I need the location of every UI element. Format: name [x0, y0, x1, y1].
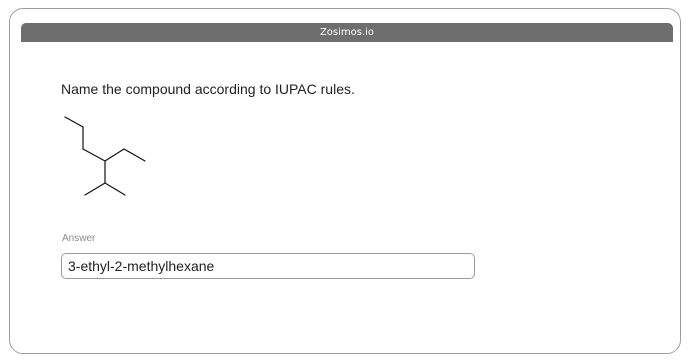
question-panel: Name the compound according to IUPAC rul…: [21, 42, 673, 342]
answer-input[interactable]: [61, 253, 475, 279]
answer-label: Answer: [62, 233, 96, 244]
bond: [104, 182, 126, 196]
bond: [104, 148, 125, 162]
bond: [84, 182, 106, 196]
window-title: Zosimos.io: [319, 27, 375, 38]
window-title-bar: Zosimos.io: [21, 23, 673, 42]
skeletal-structure-diagram: [64, 116, 146, 196]
question-prompt: Name the compound according to IUPAC rul…: [61, 81, 355, 97]
bond: [82, 148, 106, 162]
bond: [64, 116, 84, 128]
bond: [123, 148, 146, 162]
